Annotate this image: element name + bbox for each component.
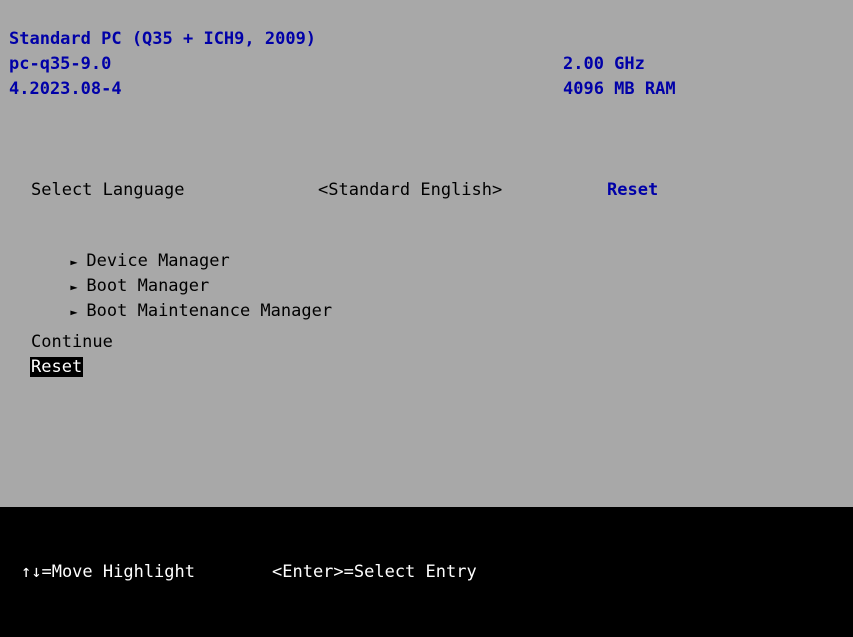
footer-help-bar: ↑↓=Move Highlight <Enter>=Select Entry [0,507,853,637]
select-entry-help: <Enter>=Select Entry [272,562,477,582]
firmware-version: 4.2023.08-4 [9,79,122,99]
menu-item-label: Boot Maintenance Manager [86,301,333,321]
machine-version: pc-q35-9.0 [9,54,112,74]
machine-name: Standard PC (Q35 + ICH9, 2009) [9,29,317,49]
select-language-label: Select Language [31,180,185,200]
language-selector[interactable]: <Standard English> [318,180,502,200]
bios-screen: Standard PC (Q35 + ICH9, 2009) pc-q35-9.… [0,0,853,637]
move-highlight-help: ↑↓=Move Highlight [21,562,195,582]
main-panel: Standard PC (Q35 + ICH9, 2009) pc-q35-9.… [0,0,853,507]
reset-button[interactable]: Reset [30,357,84,377]
cpu-speed: 2.00 GHz [563,54,645,74]
ram-size: 4096 MB RAM [563,79,676,99]
continue-button[interactable]: Continue [31,332,113,352]
right-arrow-icon: ► [70,305,78,319]
language-reset-button[interactable]: Reset [607,180,658,200]
